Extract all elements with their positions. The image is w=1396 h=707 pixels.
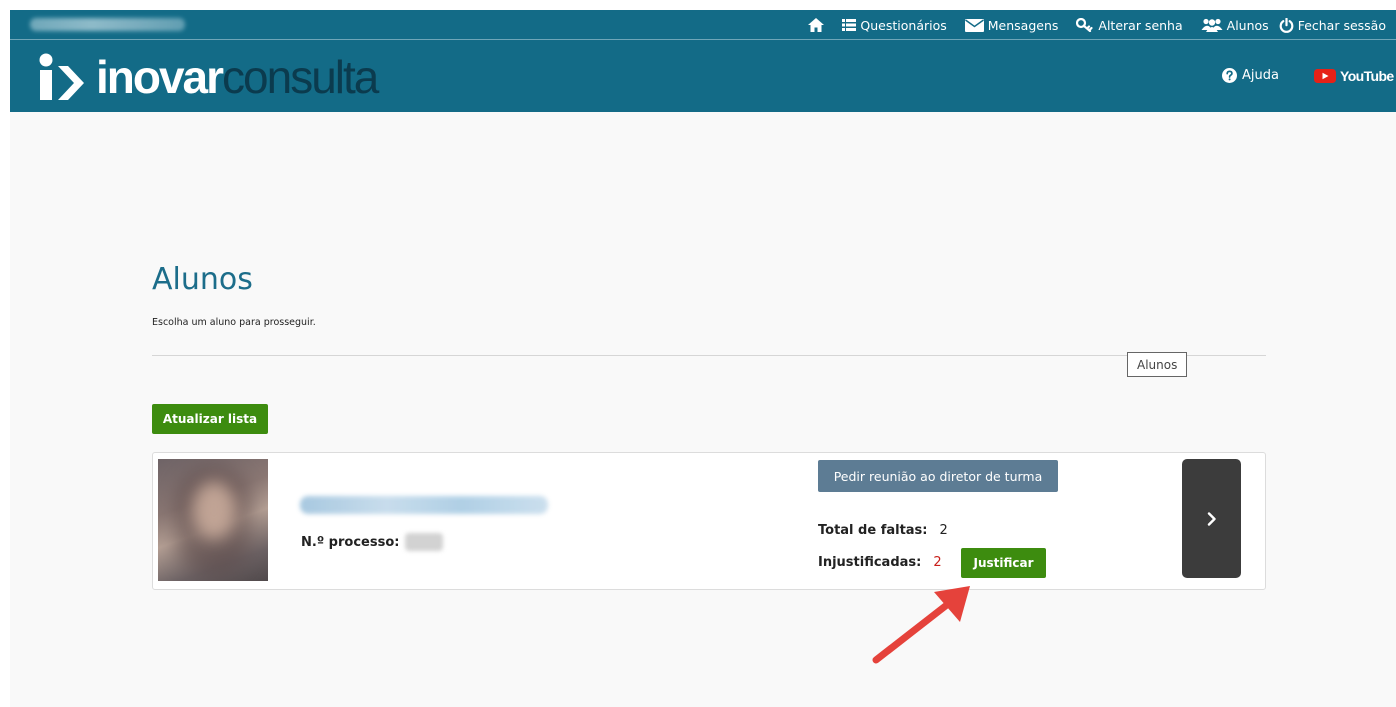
logo-word-bold: inovar bbox=[96, 51, 224, 103]
unjustified-absences-label: Injustificadas: bbox=[818, 555, 922, 570]
annotation-arrow-icon bbox=[872, 586, 970, 664]
refresh-list-button[interactable]: Atualizar lista bbox=[152, 404, 268, 434]
home-icon bbox=[808, 18, 825, 32]
envelope-icon bbox=[964, 18, 984, 32]
total-absences-label: Total de faltas: bbox=[818, 523, 928, 538]
chevron-right-icon bbox=[1207, 511, 1216, 526]
youtube-link[interactable]: YouTube bbox=[1314, 68, 1394, 84]
section-divider bbox=[152, 355, 1266, 356]
page: Questionários Mensagens Alterar senha Al… bbox=[0, 0, 1396, 707]
photo-face-blur bbox=[192, 481, 236, 539]
student-card: N.º processo: Pedir reunião ao diretor d… bbox=[152, 452, 1266, 590]
nav-logout[interactable]: Fechar sessão bbox=[1279, 17, 1386, 33]
student-photo-avatar bbox=[158, 459, 268, 581]
help-label: Ajuda bbox=[1242, 68, 1279, 83]
unjustified-absences-value: 2 bbox=[933, 555, 942, 570]
page-background bbox=[10, 10, 1396, 707]
nav-students[interactable]: Alunos bbox=[1201, 18, 1269, 33]
logo-mark-icon bbox=[39, 53, 84, 100]
nav-change-password[interactable]: Alterar senha bbox=[1076, 17, 1183, 33]
page-subtitle: Escolha um aluno para prosseguir. bbox=[152, 317, 316, 328]
section-tag: Alunos bbox=[1127, 352, 1188, 377]
student-name-redacted bbox=[300, 496, 548, 514]
nav-students-label: Alunos bbox=[1226, 17, 1269, 33]
nav-messages[interactable]: Mensagens bbox=[964, 17, 1059, 33]
process-value-redacted bbox=[405, 533, 444, 551]
question-circle-icon bbox=[1222, 68, 1237, 83]
request-meeting-button[interactable]: Pedir reunião ao diretor de turma bbox=[818, 460, 1058, 492]
nav-questionnaires[interactable]: Questionários bbox=[842, 17, 947, 33]
youtube-play-icon bbox=[1314, 69, 1336, 83]
youtube-label: YouTube bbox=[1340, 68, 1394, 84]
total-absences: Total de faltas: 2 bbox=[818, 523, 948, 538]
brand-logo[interactable]: inovar consulta bbox=[38, 51, 379, 103]
power-icon bbox=[1279, 17, 1294, 33]
open-student-button[interactable] bbox=[1182, 459, 1241, 578]
help-link[interactable]: Ajuda bbox=[1222, 68, 1279, 83]
key-icon bbox=[1076, 18, 1094, 32]
nav-home[interactable] bbox=[808, 18, 825, 32]
list-icon bbox=[842, 19, 857, 31]
nav-messages-label: Mensagens bbox=[987, 17, 1059, 33]
top-navigation: Questionários Mensagens Alterar senha Al… bbox=[808, 10, 1386, 40]
nav-change-password-label: Alterar senha bbox=[1098, 17, 1183, 33]
users-icon bbox=[1201, 18, 1223, 32]
unjustified-absences: Injustificadas: 2 bbox=[818, 555, 942, 570]
app-header: Questionários Mensagens Alterar senha Al… bbox=[10, 10, 1396, 112]
logo-word-light: consulta bbox=[222, 51, 379, 103]
top-bar: Questionários Mensagens Alterar senha Al… bbox=[10, 10, 1396, 40]
nav-logout-label: Fechar sessão bbox=[1297, 17, 1386, 33]
nav-questionnaires-label: Questionários bbox=[860, 17, 947, 33]
process-label: N.º processo: bbox=[301, 534, 400, 550]
process-number: N.º processo: bbox=[301, 533, 444, 551]
page-title: Alunos bbox=[152, 262, 253, 297]
logo-wordmark: inovar consulta bbox=[96, 51, 379, 103]
user-name-redacted bbox=[30, 18, 185, 31]
total-absences-value: 2 bbox=[939, 523, 948, 538]
justify-button[interactable]: Justificar bbox=[961, 548, 1046, 578]
